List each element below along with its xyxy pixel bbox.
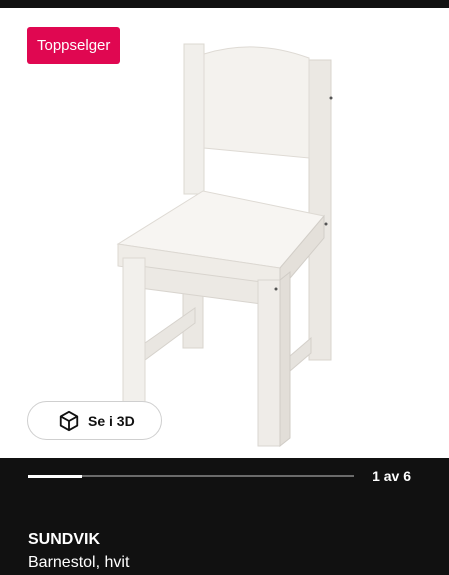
view-in-3d-label: Se i 3D xyxy=(88,412,135,429)
product-image-area[interactable]: Toppselger Se i 3D xyxy=(0,8,449,458)
image-carousel-indicator: 1 av 6 xyxy=(0,458,449,498)
view-in-3d-button[interactable]: Se i 3D xyxy=(27,401,162,440)
top-status-strip xyxy=(0,0,449,8)
product-info: SUNDVIK Barnestol, hvit xyxy=(28,531,129,573)
carousel-progress-track[interactable] xyxy=(28,474,354,478)
cube-icon xyxy=(59,410,79,431)
bestseller-badge: Toppselger xyxy=(27,27,121,64)
product-image-chair xyxy=(116,43,333,448)
product-name: SUNDVIK xyxy=(28,531,101,548)
carousel-progress-fill xyxy=(28,474,83,478)
carousel-page-counter: 1 av 6 xyxy=(372,468,411,484)
product-description: Barnestol, hvit xyxy=(28,554,130,571)
